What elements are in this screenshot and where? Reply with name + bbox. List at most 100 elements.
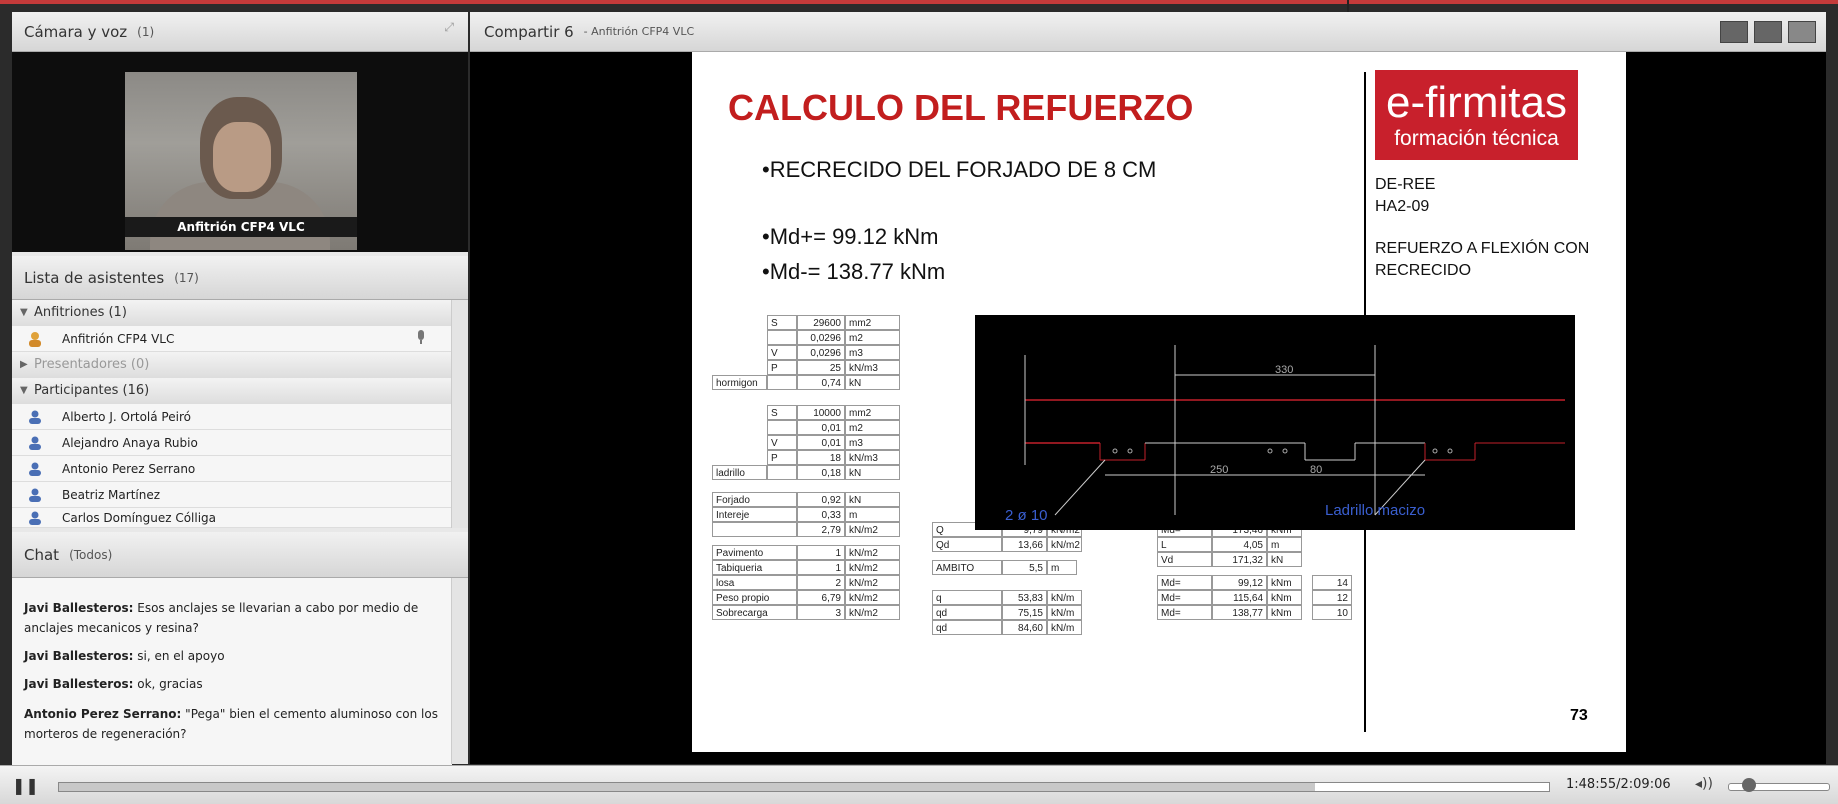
sheet-cell: 0,0296 <box>797 330 845 345</box>
list-item-participant[interactable]: Alberto J. Ortolá Peiró <box>12 404 452 430</box>
chat-author: Javi Ballesteros: <box>24 677 134 691</box>
fit-width-icon[interactable] <box>1720 21 1748 43</box>
sheet-cell: 2 <box>797 575 845 590</box>
slide-code: DE-REE HA2-09 <box>1375 174 1435 218</box>
sheet-cell: kNm <box>1267 575 1302 590</box>
fullscreen-icon[interactable]: ⤢ <box>444 20 454 35</box>
e-firmitas-logo: e-firmitas formación técnica <box>1375 70 1578 160</box>
sheet-cell: 115,64 <box>1212 590 1267 605</box>
logo-subtext: formación técnica <box>1394 127 1559 150</box>
participant-name: Beatriz Martínez <box>62 487 161 502</box>
sheet-cell: 75,15 <box>1002 605 1047 620</box>
sheet-cell: 18 <box>797 450 845 465</box>
sheet-cell <box>767 375 797 390</box>
camera-view: Anfitrión CFP4 VLC <box>12 52 468 252</box>
logo-text: e-firmitas <box>1386 78 1567 127</box>
sheet-cell: m3 <box>845 435 900 450</box>
attendee-list: ▼ Anfitriones (1) Anfitrión CFP4 VLC ▶ P… <box>12 300 452 528</box>
list-item-host[interactable]: Anfitrión CFP4 VLC <box>12 326 452 352</box>
sheet-cell: kN/m3 <box>845 360 900 375</box>
share-pod-header: Compartir 6 - Anfitrión CFP4 VLC <box>470 12 1826 52</box>
sheet-cell: Intereje <box>712 507 797 522</box>
chevron-down-icon: ▼ <box>20 385 28 396</box>
sheet-cell: Md= <box>1157 605 1212 620</box>
sheet-cell <box>767 420 797 435</box>
participant-name: Antonio Perez Serrano <box>62 461 196 476</box>
microphone-icon <box>412 328 430 349</box>
cad-dim-250: 250 <box>1210 464 1228 476</box>
sheet-cell: Md= <box>1157 590 1212 605</box>
sheet-cell: 25 <box>797 360 845 375</box>
sheet-cell: kN/m2 <box>845 590 900 605</box>
chat-message: Javi Ballesteros: Esos anclajes se lleva… <box>24 598 444 638</box>
sheet-cell: kN <box>1267 552 1302 567</box>
list-item-participant[interactable]: Carlos Domínguez Cólliga <box>12 508 452 528</box>
left-column: Cámara y voz (1) ⤢ Anfitrión CFP4 VLC Li… <box>12 12 468 774</box>
sheet-cell: kN/m <box>1047 620 1082 635</box>
window-top-border <box>0 0 1838 12</box>
sheet-cell: kN <box>845 492 900 507</box>
slide-code-1: DE-REE <box>1375 176 1436 193</box>
slide-desc-1: REFUERZO A FLEXIÓN CON <box>1375 240 1590 257</box>
participant-name: Alberto J. Ortolá Peiró <box>62 409 191 424</box>
sheet-cell: 10000 <box>797 405 845 420</box>
chat-pod-header: Chat (Todos) <box>12 532 468 578</box>
list-item-participant[interactable]: Antonio Perez Serrano <box>12 456 452 482</box>
sheet-cell: 4,05 <box>1212 537 1267 552</box>
sheet-cell: 84,60 <box>1002 620 1047 635</box>
sheet-cell: P <box>767 360 797 375</box>
chat-scrollbar[interactable] <box>451 578 468 764</box>
chat-message: Antonio Perez Serrano: "Pega" bien el ce… <box>24 704 444 744</box>
seek-bar[interactable] <box>58 782 1550 792</box>
fullscreen-icon[interactable] <box>1788 21 1816 43</box>
sheet-cell: 0,92 <box>797 492 845 507</box>
sheet-cell: m <box>845 507 900 522</box>
sheet-cell: kN/m2 <box>845 545 900 560</box>
sheet-cell: mm2 <box>845 405 900 420</box>
chat-message: Javi Ballesteros: si, en el apoyo <box>24 646 444 666</box>
sheet-cell: kN/m <box>1047 605 1082 620</box>
sheet-cell: Qd <box>932 537 1002 552</box>
sheet-label: ladrillo <box>712 465 767 480</box>
sheet-cell: P <box>767 450 797 465</box>
sheet-cell: L <box>1157 537 1212 552</box>
user-icon <box>24 409 46 425</box>
page-number: 73 <box>1570 707 1588 724</box>
chat-text: si, en el apoyo <box>137 649 225 663</box>
slide-bullet: •Md+= 99.12 kNm <box>762 224 939 249</box>
sheet-cell: m2 <box>845 330 900 345</box>
list-item-participant[interactable]: Beatriz Martínez <box>12 482 452 508</box>
sheet-cell: losa <box>712 575 797 590</box>
sheet-cell: 13,66 <box>1002 537 1047 552</box>
attendee-scrollbar[interactable] <box>451 300 468 528</box>
fit-screen-icon[interactable] <box>1754 21 1782 43</box>
cad-brick-label: Ladrillo macizo <box>1325 502 1425 519</box>
sheet-cell: kN <box>845 465 900 480</box>
host-name: Anfitrión CFP4 VLC <box>62 331 175 346</box>
sheet-cell: 6,79 <box>797 590 845 605</box>
sheet-cell: 14 <box>1312 575 1352 590</box>
share-pod-title: Compartir 6 <box>484 22 574 41</box>
volume-icon[interactable]: ◂)) <box>1695 776 1713 792</box>
group-hosts[interactable]: ▼ Anfitriones (1) <box>12 300 452 326</box>
pause-icon[interactable]: ❚❚ <box>12 776 39 795</box>
sheet-cell: 0,01 <box>797 420 845 435</box>
volume-knob[interactable] <box>1742 778 1756 792</box>
sheet-cell: qd <box>932 605 1002 620</box>
group-participants[interactable]: ▼ Participantes (16) <box>12 378 452 404</box>
slide-bullet: •Md-= 138.77 kNm <box>762 259 946 284</box>
sheet-cell: 0,01 <box>797 435 845 450</box>
sheet-cell: mm2 <box>845 315 900 330</box>
user-icon <box>24 487 46 503</box>
playback-bar: ❚❚ 1:48:55/2:09:06 ◂)) <box>0 765 1838 804</box>
sheet-cell: Peso propio <box>712 590 797 605</box>
share-pod-subtitle: - Anfitrión CFP4 VLC <box>583 25 695 38</box>
sheet-cell: 53,83 <box>1002 590 1047 605</box>
sheet-cell: Sobrecarga <box>712 605 797 620</box>
slide-code-2: HA2-09 <box>1375 198 1430 215</box>
sheet-cell: kN/m2 <box>845 560 900 575</box>
group-presenters[interactable]: ▶ Presentadores (0) <box>12 352 452 378</box>
camera-pod-header: Cámara y voz (1) ⤢ <box>12 12 468 52</box>
list-item-participant[interactable]: Alejandro Anaya Rubio <box>12 430 452 456</box>
sheet-cell: 2,79 <box>797 522 845 537</box>
